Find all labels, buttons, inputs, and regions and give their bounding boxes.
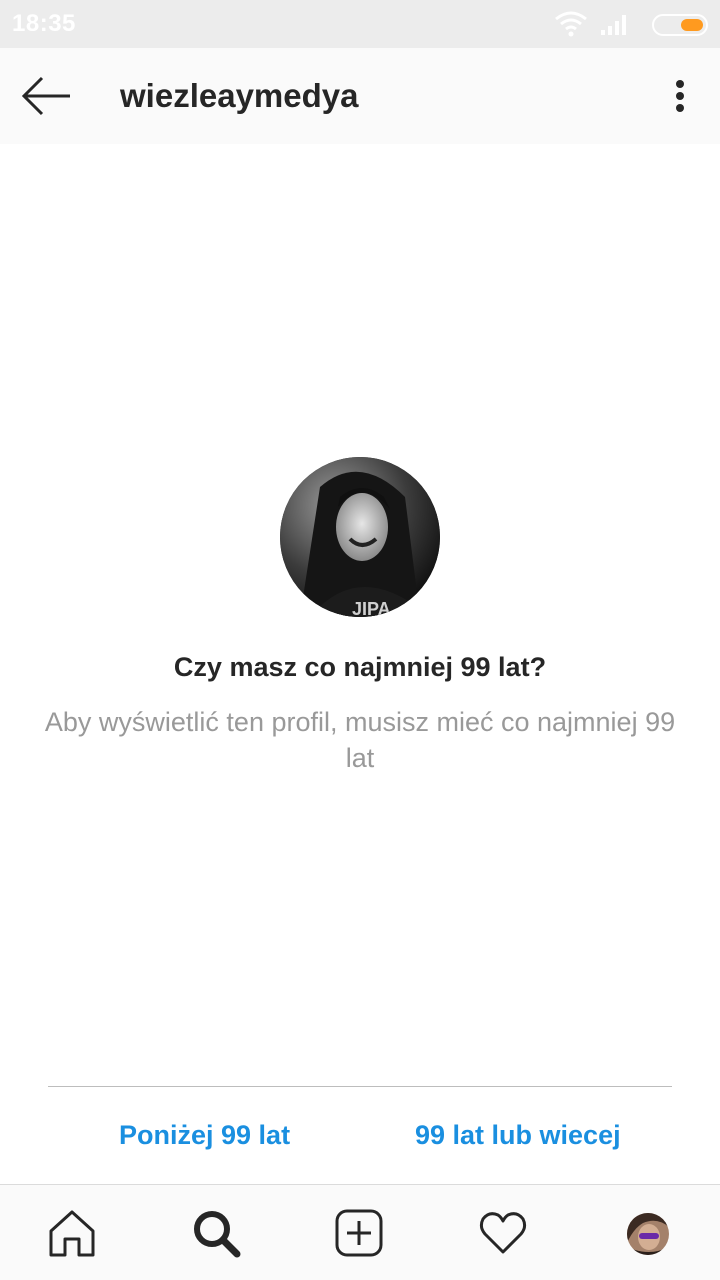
heart-icon bbox=[479, 1212, 527, 1254]
profile-header: wiezleaymedya bbox=[0, 48, 720, 144]
profile-photo-image: JIPA bbox=[280, 457, 440, 617]
nav-activity[interactable] bbox=[477, 1207, 529, 1259]
profile-username: wiezleaymedya bbox=[120, 77, 359, 114]
nav-add-post[interactable] bbox=[333, 1207, 385, 1259]
profile-avatar bbox=[627, 1213, 669, 1255]
screen: 18:35 wiezleaymedya JIPA Czy masz co naj… bbox=[0, 0, 720, 1280]
more-vertical-icon bbox=[676, 80, 684, 112]
signal-icon bbox=[601, 15, 626, 35]
nav-profile[interactable] bbox=[627, 1213, 669, 1255]
battery-icon bbox=[652, 14, 708, 36]
age-question: Czy masz co najmniej 99 lat? bbox=[173, 652, 547, 682]
wifi-icon bbox=[555, 11, 587, 37]
svg-text:JIPA: JIPA bbox=[352, 599, 391, 617]
divider bbox=[48, 1086, 672, 1087]
arrow-left-icon bbox=[21, 76, 70, 116]
search-icon bbox=[194, 1211, 241, 1258]
age-explanation: Aby wyświetlić ten profil, musisz mieć c… bbox=[44, 707, 676, 773]
nav-search[interactable] bbox=[190, 1207, 242, 1259]
profile-picture: JIPA bbox=[280, 457, 440, 617]
back-button[interactable] bbox=[16, 66, 76, 126]
below-age-button[interactable]: Poniżej 99 lat bbox=[119, 1120, 290, 1151]
battery-level bbox=[681, 19, 703, 31]
add-post-icon bbox=[335, 1209, 383, 1257]
more-options-button[interactable] bbox=[660, 66, 700, 126]
bottom-navigation bbox=[0, 1184, 720, 1280]
above-age-button[interactable]: 99 lat lub wiecej bbox=[415, 1120, 621, 1151]
status-bar: 18:35 bbox=[0, 0, 720, 48]
nav-home[interactable] bbox=[46, 1207, 98, 1259]
home-icon bbox=[49, 1210, 95, 1257]
status-time: 18:35 bbox=[12, 10, 76, 37]
